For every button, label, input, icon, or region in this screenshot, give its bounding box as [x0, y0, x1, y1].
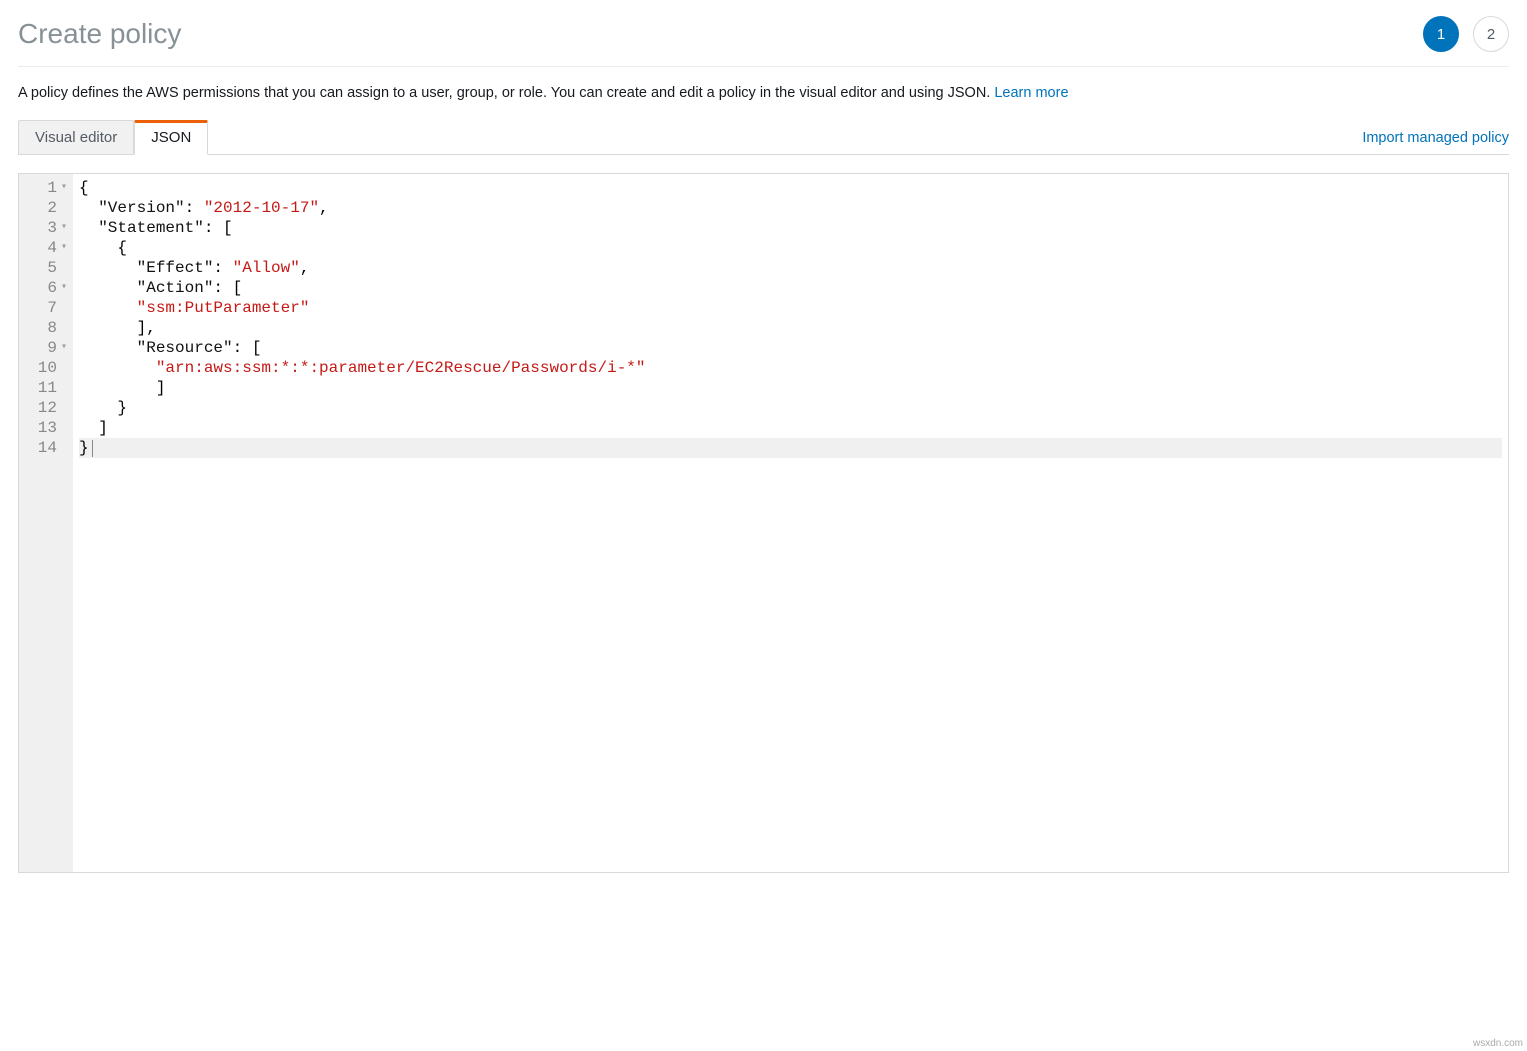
gutter-line: 12: [19, 398, 73, 418]
code-line[interactable]: {: [79, 178, 1502, 198]
tab-visual-editor[interactable]: Visual editor: [18, 120, 134, 155]
page-title: Create policy: [18, 18, 181, 50]
description-text: A policy defines the AWS permissions tha…: [18, 85, 994, 101]
editor-cursor: [92, 440, 93, 457]
editor-gutter: 1▾23▾4▾56▾789▾1011121314: [19, 174, 73, 872]
gutter-line: 3▾: [19, 218, 73, 238]
learn-more-link[interactable]: Learn more: [994, 85, 1068, 101]
gutter-line: 2: [19, 198, 73, 218]
fold-icon[interactable]: ▾: [59, 238, 69, 258]
page-description: A policy defines the AWS permissions tha…: [18, 83, 1509, 103]
header-row: Create policy 1 2: [18, 16, 1509, 67]
footer-attribution: wsxdn.com: [1473, 1038, 1523, 1049]
code-line[interactable]: }: [79, 438, 1502, 458]
fold-icon[interactable]: ▾: [59, 178, 69, 198]
tab-json[interactable]: JSON: [134, 120, 208, 155]
wizard-step-2[interactable]: 2: [1473, 16, 1509, 52]
code-line[interactable]: "Resource": [: [79, 338, 1502, 358]
code-line[interactable]: {: [79, 238, 1502, 258]
code-line[interactable]: "ssm:PutParameter": [79, 298, 1502, 318]
code-line[interactable]: "Effect": "Allow",: [79, 258, 1502, 278]
wizard-stepper: 1 2: [1423, 16, 1509, 52]
import-managed-policy-link[interactable]: Import managed policy: [1362, 130, 1509, 154]
editor-tabs: Visual editor JSON Import managed policy: [18, 119, 1509, 155]
code-line[interactable]: "Action": [: [79, 278, 1502, 298]
code-line[interactable]: ]: [79, 378, 1502, 398]
code-line[interactable]: "arn:aws:ssm:*:*:parameter/EC2Rescue/Pas…: [79, 358, 1502, 378]
gutter-line: 10: [19, 358, 73, 378]
code-line[interactable]: "Version": "2012-10-17",: [79, 198, 1502, 218]
code-line[interactable]: ]: [79, 418, 1502, 438]
gutter-line: 14: [19, 438, 73, 458]
gutter-line: 5: [19, 258, 73, 278]
json-editor[interactable]: 1▾23▾4▾56▾789▾1011121314 { "Version": "2…: [18, 173, 1509, 873]
fold-icon[interactable]: ▾: [59, 218, 69, 238]
gutter-line: 4▾: [19, 238, 73, 258]
fold-icon[interactable]: ▾: [59, 338, 69, 358]
gutter-line: 11: [19, 378, 73, 398]
gutter-line: 13: [19, 418, 73, 438]
gutter-line: 9▾: [19, 338, 73, 358]
wizard-step-1[interactable]: 1: [1423, 16, 1459, 52]
code-line[interactable]: }: [79, 398, 1502, 418]
code-line[interactable]: ],: [79, 318, 1502, 338]
editor-code-area[interactable]: { "Version": "2012-10-17", "Statement": …: [73, 174, 1508, 872]
gutter-line: 1▾: [19, 178, 73, 198]
fold-icon[interactable]: ▾: [59, 278, 69, 298]
gutter-line: 7: [19, 298, 73, 318]
code-line[interactable]: "Statement": [: [79, 218, 1502, 238]
gutter-line: 6▾: [19, 278, 73, 298]
gutter-line: 8: [19, 318, 73, 338]
